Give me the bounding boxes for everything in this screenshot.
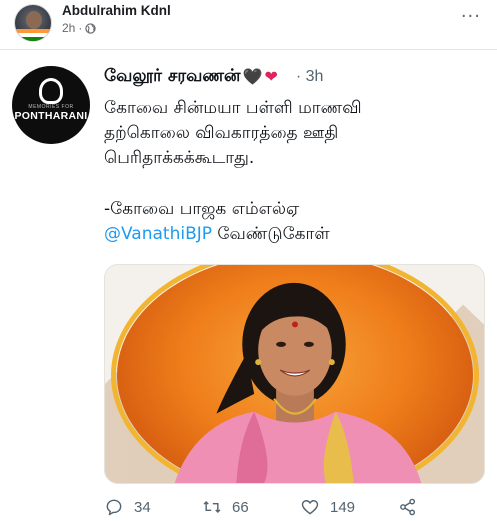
tweet-display-name[interactable]: வேலூர் சரவணன் (104, 66, 241, 88)
retweet-count: 66 (232, 498, 249, 516)
avatar-face (26, 11, 42, 29)
tweet-name-row: வேலூர் சரவணன் 🖤 ❤ · 3h (104, 66, 323, 88)
reply-count: 34 (134, 498, 151, 516)
avatar-brand-text: PONTHARANI (14, 110, 88, 122)
retweet-icon (203, 500, 221, 514)
tweet-time[interactable]: · 3h (296, 68, 324, 86)
meta-separator: · (78, 21, 83, 35)
like-icon (301, 500, 319, 515)
mention-suffix: வேண்டுகோள் (212, 224, 330, 244)
tweet-line-3: பெரிதாக்கக்கூடாது. (104, 148, 255, 168)
person-portrait (174, 282, 422, 483)
tweet-line-4: -கோவை பாஜக எம்எல்ஏ (104, 199, 300, 219)
tweet-line-gap (104, 171, 489, 197)
author-avatar[interactable] (14, 4, 52, 42)
retweet-button[interactable]: 66 (202, 497, 300, 517)
avatar-flag-frame (15, 29, 51, 41)
reply-button[interactable]: 34 (104, 497, 202, 517)
like-count: 149 (330, 498, 356, 516)
tweet-card: MEMORIES FOR PONTHARANI வேலூர் சரவணன் 🖤 … (0, 49, 497, 521)
tweet-actions-bar: 34 66 149 (104, 496, 489, 518)
globe-icon (85, 22, 97, 34)
reply-icon (106, 499, 122, 516)
share-icon (400, 498, 416, 516)
post-header: Abdulrahim Kdnl 2h · ··· (0, 0, 497, 48)
mention-link[interactable]: @VanathiBJP (104, 224, 212, 244)
fist-logo-icon (39, 78, 63, 104)
share-button[interactable] (398, 497, 418, 517)
post-time[interactable]: 2h (62, 21, 75, 35)
post-meta: 2h · (62, 21, 97, 35)
author-name[interactable]: Abdulrahim Kdnl (62, 3, 171, 18)
tweet-line-2: தற்கொலை விவகாரத்தை ஊதி (104, 123, 339, 143)
like-button[interactable]: 149 (300, 497, 398, 517)
tweet-image[interactable] (104, 264, 485, 484)
tweet-text: கோவை சின்மயா பள்ளி மாணவி தற்கொலை விவகாரத… (104, 96, 489, 247)
red-heart-icon: ❤ (264, 67, 278, 86)
tweet-line-1: கோவை சின்மயா பள்ளி மாணவி (104, 98, 362, 118)
more-options-button[interactable]: ··· (461, 8, 481, 26)
black-heart-icon: 🖤 (242, 67, 263, 86)
tweet-avatar[interactable]: MEMORIES FOR PONTHARANI (12, 66, 90, 144)
tweet-line-5: @VanathiBJP வேண்டுகோள் (104, 222, 489, 247)
